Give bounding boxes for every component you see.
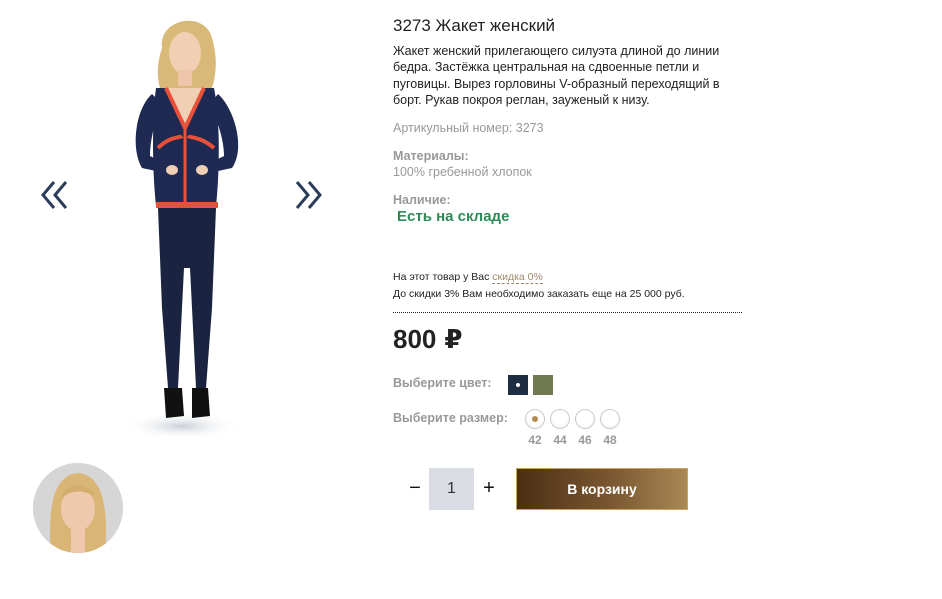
gallery-next-button[interactable] <box>293 178 323 212</box>
product-photo <box>122 20 242 440</box>
product-gallery <box>30 0 340 460</box>
gallery-thumbnail[interactable] <box>33 463 123 553</box>
size-number: 42 <box>528 433 542 447</box>
materials-value: 100% гребенной хлопок <box>393 165 532 179</box>
size-radio[interactable] <box>550 409 570 429</box>
size-number: 48 <box>603 433 617 447</box>
price-value: 800 <box>393 324 437 354</box>
product-title: 3273 Жакет женский <box>393 16 556 35</box>
quantity-increase-button[interactable]: + <box>475 468 503 508</box>
materials-label: Материалы: <box>393 149 469 163</box>
thumbnail-image <box>33 463 123 553</box>
gallery-prev-button[interactable] <box>40 178 70 212</box>
add-to-cart-button[interactable]: В корзину <box>516 468 688 510</box>
product-description: Жакет женский прилегающего силуэта длино… <box>393 44 720 108</box>
color-swatch-olive[interactable] <box>533 375 553 395</box>
discount-link[interactable]: скидка 0% <box>492 271 543 284</box>
size-number: 44 <box>553 433 567 447</box>
size-radio[interactable] <box>600 409 620 429</box>
size-option-48[interactable]: 48 <box>599 409 621 447</box>
quantity-input[interactable] <box>429 468 474 510</box>
color-swatch-navy[interactable] <box>508 375 528 395</box>
size-option-46[interactable]: 46 <box>574 409 596 447</box>
currency-icon: ₽ <box>444 324 463 354</box>
price: 800 ₽ <box>393 324 462 355</box>
size-label: Выберите размер: <box>393 411 508 425</box>
size-radio[interactable] <box>525 409 545 429</box>
divider <box>393 312 742 313</box>
discount-text: На этот товар у Вас <box>393 271 490 283</box>
size-radio[interactable] <box>575 409 595 429</box>
discount-hint: До скидки 3% Вам необходимо заказать еще… <box>393 288 685 300</box>
article-number: Артикульный номер: 3273 <box>393 121 544 135</box>
color-label: Выберите цвет: <box>393 376 492 390</box>
availability-status: Есть на складе <box>397 208 510 225</box>
size-option-44[interactable]: 44 <box>549 409 571 447</box>
discount-info: На этот товар у Вас скидка 0% <box>393 271 543 284</box>
size-option-42[interactable]: 42 <box>524 409 546 447</box>
availability-label: Наличие: <box>393 193 451 207</box>
quantity-decrease-button[interactable]: − <box>401 468 429 508</box>
chevron-double-right-icon <box>295 181 322 209</box>
chevron-double-left-icon <box>41 181 68 209</box>
size-number: 46 <box>578 433 592 447</box>
